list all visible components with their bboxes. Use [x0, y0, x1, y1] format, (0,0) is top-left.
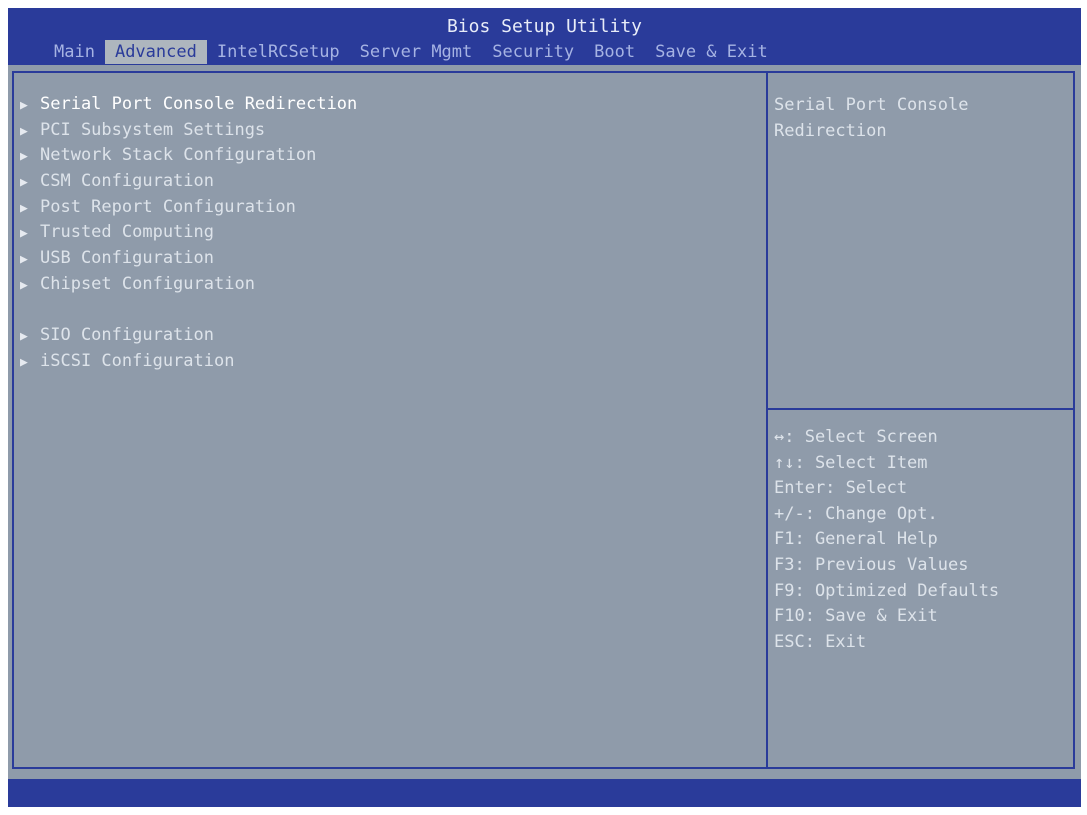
- tab-intelrcsetup[interactable]: IntelRCSetup: [207, 40, 350, 64]
- key-previous-values: F3: Previous Values: [774, 554, 969, 575]
- help-line: Redirection: [774, 121, 887, 141]
- menu-item-label: Chipset Configuration: [40, 273, 255, 294]
- menu-item-sio-configuration[interactable]: ▶ SIO Configuration: [20, 323, 750, 349]
- menu-item-pci-subsystem-settings[interactable]: ▶ PCI Subsystem Settings: [20, 118, 750, 144]
- tab-save-exit[interactable]: Save & Exit: [645, 40, 778, 64]
- header-bar: Bios Setup Utility Main Advanced IntelRC…: [8, 8, 1081, 65]
- menu-item-iscsi-configuration[interactable]: ▶ iSCSI Configuration: [20, 349, 750, 375]
- key-change-opt: +/-: Change Opt.: [774, 503, 938, 524]
- tab-boot[interactable]: Boot: [584, 40, 645, 64]
- triangle-right-icon: ▶: [20, 329, 28, 345]
- advanced-menu: ▶ Serial Port Console Redirection ▶ PCI Su…: [20, 92, 750, 375]
- menu-item-label: USB Configuration: [40, 248, 214, 269]
- triangle-right-icon: ▶: [20, 175, 28, 191]
- menu-item-label: Network Stack Configuration: [40, 145, 317, 166]
- menu-item-post-report-configuration[interactable]: ▶ Post Report Configuration: [20, 195, 750, 221]
- menu-item-trusted-computing[interactable]: ▶ Trusted Computing: [20, 220, 750, 246]
- key-legend: ↔: Select Screen ↑↓: Select Item Enter: …: [774, 425, 1074, 655]
- key-select-item: ↑↓: Select Item: [774, 452, 928, 473]
- triangle-right-icon: ▶: [20, 200, 28, 216]
- tab-main[interactable]: Main: [44, 40, 105, 64]
- key-select-screen: ↔: Select Screen: [774, 427, 938, 447]
- triangle-right-icon: ▶: [20, 226, 28, 242]
- triangle-right-icon: ▶: [20, 98, 28, 113]
- menu-item-serial-port-console-redirection[interactable]: ▶ Serial Port Console Redirection: [20, 92, 750, 118]
- tab-security[interactable]: Security: [482, 40, 584, 64]
- menu-item-label: Post Report Configuration: [40, 196, 296, 217]
- key-esc-exit: ESC: Exit: [774, 631, 867, 652]
- menu-item-chipset-configuration[interactable]: ▶ Chipset Configuration: [20, 272, 750, 298]
- bios-screen: Bios Setup Utility Main Advanced IntelRC…: [0, 0, 1087, 815]
- tab-server-mgmt[interactable]: Server Mgmt: [350, 40, 483, 64]
- help-text: Serial Port Console Redirection: [774, 92, 1074, 144]
- tab-bar: Main Advanced IntelRCSetup Server Mgmt S…: [44, 40, 778, 64]
- footer-bar: [8, 779, 1081, 807]
- menu-item-label: Serial Port Console Redirection: [40, 94, 358, 114]
- key-enter-select: Enter: Select: [774, 478, 908, 499]
- triangle-right-icon: ▶: [20, 149, 28, 165]
- menu-item-label: PCI Subsystem Settings: [40, 119, 266, 140]
- vertical-divider: [766, 71, 768, 769]
- triangle-right-icon: ▶: [20, 123, 28, 139]
- menu-spacer: [20, 298, 750, 324]
- menu-item-label: Trusted Computing: [40, 222, 214, 243]
- horizontal-divider: [768, 408, 1075, 410]
- menu-item-label: CSM Configuration: [40, 171, 214, 192]
- key-optimized-defaults: F9: Optimized Defaults: [774, 580, 1000, 601]
- menu-item-csm-configuration[interactable]: ▶ CSM Configuration: [20, 169, 750, 195]
- menu-item-label: iSCSI Configuration: [40, 350, 235, 371]
- tab-advanced[interactable]: Advanced: [104, 40, 207, 64]
- key-general-help: F1: General Help: [774, 529, 938, 550]
- triangle-right-icon: ▶: [20, 252, 28, 268]
- main-panel: ▶ Serial Port Console Redirection ▶ PCI Su…: [8, 65, 1081, 779]
- menu-item-network-stack-configuration[interactable]: ▶ Network Stack Configuration: [20, 143, 750, 169]
- triangle-right-icon: ▶: [20, 277, 28, 293]
- menu-item-label: SIO Configuration: [40, 325, 214, 346]
- help-line: Serial Port Console: [774, 95, 969, 115]
- menu-item-usb-configuration[interactable]: ▶ USB Configuration: [20, 246, 750, 272]
- triangle-right-icon: ▶: [20, 354, 28, 370]
- app-title: Bios Setup Utility: [446, 16, 643, 37]
- key-save-exit: F10: Save & Exit: [774, 606, 938, 627]
